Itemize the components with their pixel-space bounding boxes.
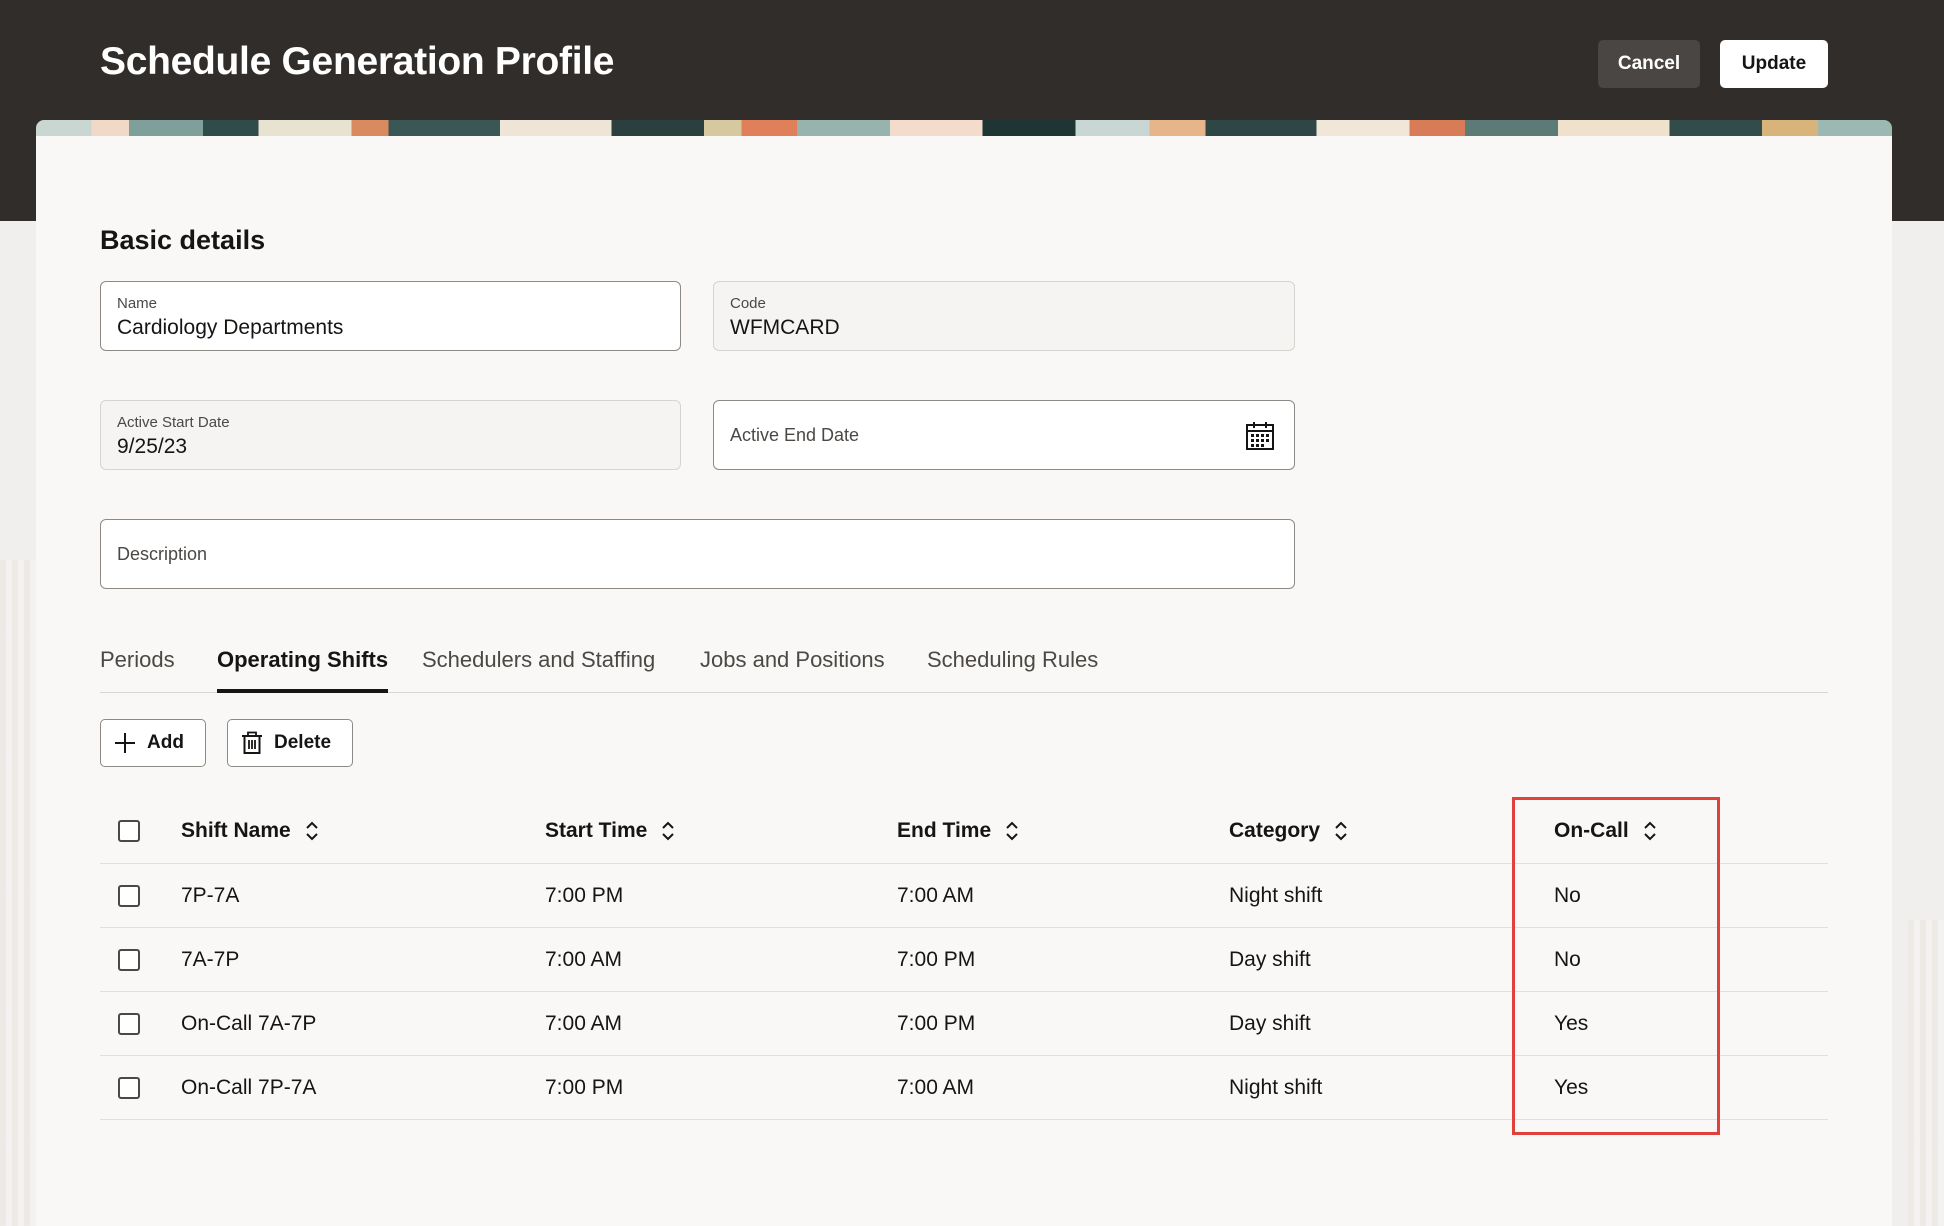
- cell-on-call: Yes: [1554, 1075, 1589, 1099]
- column-header-end-time[interactable]: End Time: [897, 798, 1019, 863]
- cell-on-call: No: [1554, 883, 1581, 907]
- select-all-checkbox-cell: [118, 798, 140, 863]
- cell-start-time: 7:00 PM: [545, 1075, 624, 1099]
- cell-category: Night shift: [1229, 883, 1323, 907]
- cell-end-time: 7:00 PM: [897, 1011, 976, 1035]
- cell-shift-name: 7A-7P: [181, 947, 240, 971]
- name-label: Name: [117, 295, 158, 312]
- table-row[interactable]: 7A-7P 7:00 AM 7:00 PM Day shift No: [100, 928, 1828, 992]
- tab-schedulers-and-staffing[interactable]: Schedulers and Staffing: [422, 647, 655, 693]
- calendar-icon[interactable]: [1244, 420, 1276, 452]
- delete-button[interactable]: Delete: [227, 719, 353, 767]
- row-checkbox[interactable]: [118, 1076, 140, 1099]
- tab-bar: Periods Operating Shifts Schedulers and …: [100, 640, 1828, 693]
- cell-start-time: 7:00 PM: [545, 883, 624, 907]
- add-button[interactable]: Add: [100, 719, 206, 767]
- tab-jobs-and-positions[interactable]: Jobs and Positions: [700, 647, 885, 693]
- row-checkbox[interactable]: [118, 884, 140, 907]
- sort-icon[interactable]: [661, 821, 675, 841]
- row-checkbox[interactable]: [118, 948, 140, 971]
- column-header-category[interactable]: Category: [1229, 798, 1348, 863]
- column-header-label: Start Time: [545, 818, 648, 842]
- sort-icon[interactable]: [1005, 821, 1019, 841]
- update-button[interactable]: Update: [1720, 40, 1828, 88]
- cell-shift-name: On-Call 7A-7P: [181, 1011, 317, 1035]
- tab-operating-shifts[interactable]: Operating Shifts: [217, 647, 389, 693]
- sort-icon[interactable]: [1643, 821, 1657, 841]
- decorative-banner: [36, 120, 1892, 136]
- active-start-date-field: Active Start Date 9/25/23: [100, 400, 681, 470]
- cell-end-time: 7:00 PM: [897, 947, 976, 971]
- plus-icon: [115, 733, 135, 753]
- column-header-label: Category: [1229, 818, 1321, 842]
- tab-scheduling-rules[interactable]: Scheduling Rules: [927, 647, 1098, 693]
- column-header-on-call[interactable]: On-Call: [1554, 798, 1657, 863]
- add-label: Add: [147, 732, 184, 753]
- code-label: Code: [730, 295, 766, 312]
- cell-end-time: 7:00 AM: [897, 883, 975, 907]
- table-row[interactable]: On-Call 7A-7P 7:00 AM 7:00 PM Day shift …: [100, 992, 1828, 1056]
- section-title-basic-details: Basic details: [100, 225, 266, 255]
- column-header-label: End Time: [897, 818, 992, 842]
- select-all-checkbox[interactable]: [118, 819, 140, 842]
- cell-shift-name: On-Call 7P-7A: [181, 1075, 317, 1099]
- column-header-start-time[interactable]: Start Time: [545, 798, 675, 863]
- description-label: Description: [117, 544, 208, 564]
- row-checkbox-cell: [118, 864, 140, 927]
- cell-start-time: 7:00 AM: [545, 1011, 623, 1035]
- active-end-date-field[interactable]: Active End Date: [713, 400, 1295, 470]
- cell-on-call: No: [1554, 947, 1581, 971]
- column-header-label: Shift Name: [181, 818, 291, 842]
- table-header-row: Shift Name Start Time End Time Category …: [100, 798, 1828, 864]
- code-field: Code WFMCARD: [713, 281, 1295, 351]
- active-start-date-value: 9/25/23: [117, 435, 188, 458]
- name-field[interactable]: Name Cardiology Departments: [100, 281, 681, 351]
- cell-category: Day shift: [1229, 1011, 1311, 1035]
- cell-category: Night shift: [1229, 1075, 1323, 1099]
- tab-periods[interactable]: Periods: [100, 647, 175, 693]
- cell-end-time: 7:00 AM: [897, 1075, 975, 1099]
- active-start-date-label: Active Start Date: [117, 414, 230, 431]
- cell-category: Day shift: [1229, 947, 1311, 971]
- delete-label: Delete: [274, 732, 332, 753]
- cell-shift-name: 7P-7A: [181, 883, 240, 907]
- column-header-shift-name[interactable]: Shift Name: [181, 798, 319, 863]
- page-title: Schedule Generation Profile: [100, 40, 615, 83]
- table-row[interactable]: On-Call 7P-7A 7:00 PM 7:00 AM Night shif…: [100, 1056, 1828, 1120]
- sort-icon[interactable]: [305, 821, 319, 841]
- sort-icon[interactable]: [1334, 821, 1348, 841]
- row-checkbox-cell: [118, 992, 140, 1055]
- column-header-label: On-Call: [1554, 818, 1629, 842]
- row-checkbox-cell: [118, 1056, 140, 1119]
- name-value[interactable]: Cardiology Departments: [117, 316, 343, 340]
- operating-shifts-table: Shift Name Start Time End Time Category …: [100, 798, 1828, 1120]
- row-checkbox-cell: [118, 928, 140, 991]
- table-row[interactable]: 7P-7A 7:00 PM 7:00 AM Night shift No: [100, 864, 1828, 928]
- cancel-button[interactable]: Cancel: [1598, 40, 1700, 88]
- cell-on-call: Yes: [1554, 1011, 1589, 1035]
- cell-start-time: 7:00 AM: [545, 947, 623, 971]
- trash-icon: [242, 731, 262, 754]
- code-value: WFMCARD: [730, 316, 840, 339]
- background-texture: [1908, 920, 1944, 1226]
- row-checkbox[interactable]: [118, 1012, 140, 1035]
- background-texture: [0, 560, 36, 1226]
- description-field[interactable]: Description: [100, 519, 1295, 589]
- active-end-date-label: Active End Date: [730, 425, 860, 445]
